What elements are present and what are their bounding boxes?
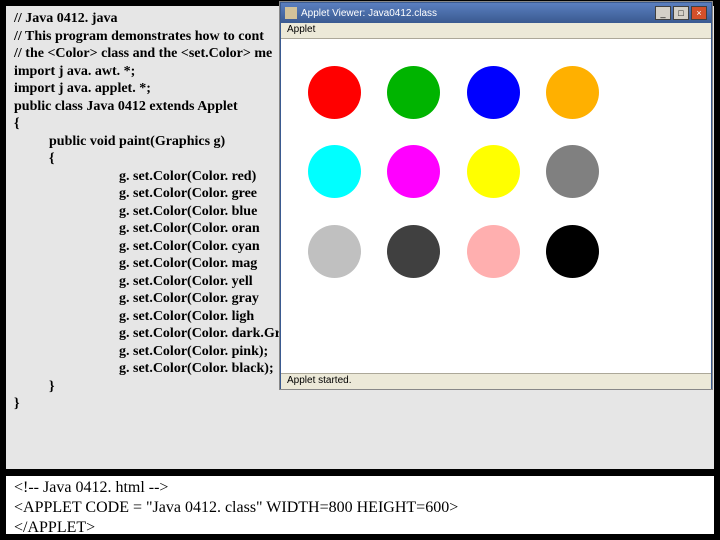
applet-icon bbox=[285, 7, 297, 19]
html-panel: <!-- Java 0412. html --> <APPLET CODE = … bbox=[5, 475, 715, 535]
color-swatch-green bbox=[387, 66, 440, 119]
status-text: Applet started. bbox=[287, 375, 351, 386]
html-line: <APPLET CODE = "Java 0412. class" WIDTH=… bbox=[14, 498, 706, 518]
color-swatch-red bbox=[308, 66, 361, 119]
applet-canvas bbox=[281, 39, 711, 373]
color-swatch-yellow bbox=[467, 145, 520, 198]
code-line: } bbox=[14, 395, 706, 413]
menu-applet[interactable]: Applet bbox=[287, 24, 315, 35]
color-swatch-lightGray bbox=[308, 225, 361, 278]
html-line: <!-- Java 0412. html --> bbox=[14, 478, 706, 498]
menu-bar[interactable]: Applet bbox=[281, 23, 711, 39]
color-swatch-magenta bbox=[387, 145, 440, 198]
html-line: </APPLET> bbox=[14, 518, 706, 538]
window-buttons: _ □ × bbox=[655, 6, 707, 20]
color-swatch-black bbox=[546, 225, 599, 278]
window-titlebar[interactable]: Applet Viewer: Java0412.class _ □ × bbox=[281, 3, 711, 23]
window-title: Applet Viewer: Java0412.class bbox=[301, 8, 655, 19]
color-swatch-cyan bbox=[308, 145, 361, 198]
close-button[interactable]: × bbox=[691, 6, 707, 20]
color-swatch-gray bbox=[546, 145, 599, 198]
color-swatch-pink bbox=[467, 225, 520, 278]
slide: // Java 0412. java // This program demon… bbox=[0, 0, 720, 540]
status-bar: Applet started. bbox=[281, 373, 711, 389]
maximize-button[interactable]: □ bbox=[673, 6, 689, 20]
color-swatch-orange bbox=[546, 66, 599, 119]
minimize-button[interactable]: _ bbox=[655, 6, 671, 20]
color-swatch-darkGray bbox=[387, 225, 440, 278]
applet-window: Applet Viewer: Java0412.class _ □ × Appl… bbox=[280, 2, 712, 389]
color-swatch-blue bbox=[467, 66, 520, 119]
